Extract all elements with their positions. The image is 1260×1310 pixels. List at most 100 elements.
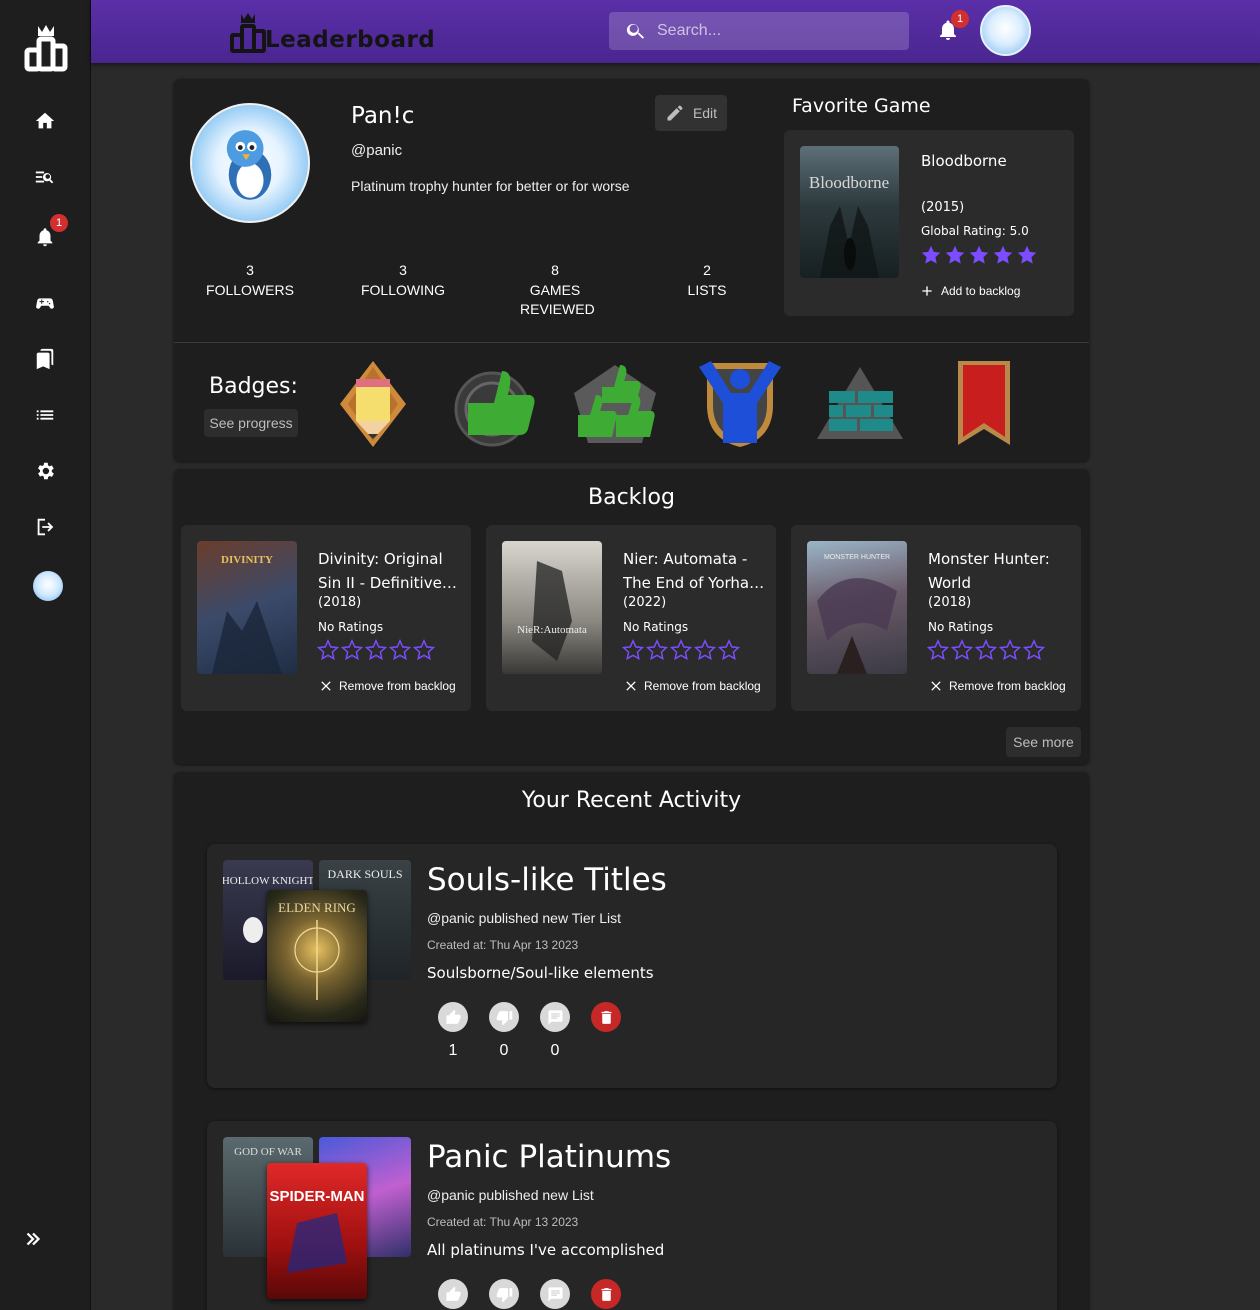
backlog-item-rating: No Ratings <box>623 620 689 634</box>
backlog-item-title[interactable]: Nier: Automata - The End of Yorha Editio… <box>623 547 768 595</box>
leaderboard-logo-icon[interactable] <box>24 24 68 74</box>
backlog-item-title[interactable]: Divinity: Original Sin II - Definitive E… <box>318 547 463 595</box>
notifications-button[interactable]: 1 <box>936 10 969 46</box>
list-icon <box>36 410 54 420</box>
remove-from-backlog-button[interactable]: Remove from backlog <box>928 678 1066 694</box>
remove-from-backlog-button[interactable]: Remove from backlog <box>318 678 456 694</box>
backlog-item[interactable]: DIVINITY Divinity: Original Sin II - Def… <box>181 525 471 711</box>
star-outline-icon[interactable] <box>413 639 435 661</box>
stat-games-reviewed[interactable]: 8 GAMES REVIEWED <box>490 261 620 320</box>
dislike-button[interactable] <box>489 1279 519 1309</box>
edit-profile-button[interactable]: Edit <box>655 95 727 131</box>
delete-button[interactable] <box>591 1002 621 1032</box>
star-outline-icon[interactable] <box>951 639 973 661</box>
star-rating[interactable] <box>317 639 435 661</box>
stat-followers[interactable]: 3 FOLLOWERS <box>185 261 315 300</box>
close-icon <box>321 681 331 691</box>
notification-badge: 1 <box>951 10 969 28</box>
sidebar-search-games[interactable] <box>28 160 62 194</box>
activity-title[interactable]: Panic Platinums <box>427 1139 671 1175</box>
sidebar-notifications[interactable]: 1 <box>28 214 68 254</box>
backlog-item[interactable]: MONSTER HUNTER Monster Hunter: World (20… <box>791 525 1081 711</box>
remove-from-backlog-button[interactable]: Remove from backlog <box>623 678 761 694</box>
trash-icon <box>601 1287 611 1301</box>
user-avatar[interactable] <box>980 5 1031 56</box>
person-shield-badge-icon[interactable] <box>695 359 785 449</box>
pencil-badge-icon[interactable] <box>328 359 418 449</box>
star-outline-icon[interactable] <box>1023 639 1045 661</box>
star-filled-icon[interactable] <box>920 244 942 266</box>
sidebar-logout[interactable] <box>28 510 62 544</box>
see-progress-button[interactable]: See progress <box>204 409 298 437</box>
top-bar: Leaderboard Search... 1 <box>91 0 1260 63</box>
add-to-backlog-button[interactable]: Add to backlog <box>919 283 1020 299</box>
close-icon <box>931 681 941 691</box>
star-outline-icon[interactable] <box>694 639 716 661</box>
dislike-button[interactable] <box>489 1002 519 1032</box>
bookmark-badge-icon[interactable] <box>938 359 1028 449</box>
activity-item[interactable]: HOLLOW KNIGHT DARK SOULS ELDEN RING Soul… <box>207 844 1057 1088</box>
stacked-bricks-badge-icon[interactable] <box>815 359 905 449</box>
favorite-game-rating: Global Rating: 5.0 <box>921 224 1029 238</box>
star-rating[interactable] <box>927 639 1045 661</box>
star-outline-icon[interactable] <box>365 639 387 661</box>
favorite-game-title[interactable]: Bloodborne <box>921 152 1007 170</box>
backlog-item-year: (2018) <box>318 595 362 610</box>
like-button[interactable] <box>438 1002 468 1032</box>
favorite-game-year: (2015) <box>921 200 965 215</box>
delete-button[interactable] <box>591 1279 621 1309</box>
favorite-game-card[interactable]: Bloodborne Bloodborne (2015) Global Rati… <box>784 130 1074 316</box>
star-outline-icon[interactable] <box>670 639 692 661</box>
star-outline-icon[interactable] <box>927 639 949 661</box>
pencil-icon <box>667 105 683 121</box>
see-more-button[interactable]: See more <box>1006 727 1081 757</box>
sidebar-home[interactable] <box>28 104 62 138</box>
expand-sidebar-icon[interactable] <box>22 1228 44 1250</box>
star-outline-icon[interactable] <box>646 639 668 661</box>
spider-man-cover-art: SPIDER-MAN <box>269 1188 365 1273</box>
thumbs-up-badge-icon[interactable] <box>450 359 540 449</box>
double-thumbs-badge-icon[interactable] <box>570 359 660 449</box>
sidebar-backlog[interactable] <box>28 342 62 376</box>
sidebar-settings[interactable] <box>28 454 62 488</box>
stat-following[interactable]: 3 FOLLOWING <box>338 261 468 300</box>
activity-title[interactable]: Souls-like Titles <box>427 862 667 898</box>
brand-logo[interactable]: Leaderboard <box>229 10 435 54</box>
star-outline-icon[interactable] <box>317 639 339 661</box>
sidebar-avatar[interactable] <box>33 571 63 601</box>
star-outline-icon[interactable] <box>389 639 411 661</box>
star-rating[interactable] <box>622 639 740 661</box>
backlog-cover[interactable]: MONSTER HUNTER <box>807 541 907 674</box>
sidebar-games[interactable] <box>28 286 62 320</box>
backlog-item[interactable]: NieR:Automata Nier: Automata - The End o… <box>486 525 776 711</box>
divider <box>174 342 1089 343</box>
backlog-item-title[interactable]: Monster Hunter: World <box>928 547 1073 595</box>
star-filled-icon[interactable] <box>944 244 966 266</box>
activity-item[interactable]: GOD OF WAR SPIDER-MAN Panic Platinums @p… <box>207 1121 1057 1310</box>
star-outline-icon[interactable] <box>975 639 997 661</box>
svg-text:SPIDER-MAN: SPIDER-MAN <box>269 1188 364 1205</box>
sidebar-lists[interactable] <box>28 398 62 432</box>
backlog-cover[interactable]: DIVINITY <box>197 541 297 674</box>
favorite-game-cover[interactable]: Bloodborne <box>800 146 899 278</box>
backlog-cover[interactable]: NieR:Automata <box>502 541 602 674</box>
star-outline-icon[interactable] <box>622 639 644 661</box>
add-backlog-label: Add to backlog <box>941 284 1021 298</box>
star-outline-icon[interactable] <box>718 639 740 661</box>
sidebar: 1 <box>0 0 91 1310</box>
backlog-item-rating: No Ratings <box>928 620 994 634</box>
star-filled-icon[interactable] <box>1016 244 1038 266</box>
comment-button[interactable] <box>540 1002 570 1032</box>
activity-subtitle: @panic published new Tier List <box>427 910 621 926</box>
star-outline-icon[interactable] <box>341 639 363 661</box>
star-filled-icon[interactable] <box>968 244 990 266</box>
search-bar[interactable]: Search... <box>609 12 909 50</box>
gear-icon <box>38 462 54 480</box>
search-list-icon <box>35 171 54 184</box>
like-button[interactable] <box>438 1279 468 1309</box>
comment-icon <box>547 1009 563 1025</box>
star-outline-icon[interactable] <box>999 639 1021 661</box>
star-filled-icon[interactable] <box>992 244 1014 266</box>
stat-lists[interactable]: 2 LISTS <box>642 261 772 300</box>
comment-button[interactable] <box>540 1279 570 1309</box>
